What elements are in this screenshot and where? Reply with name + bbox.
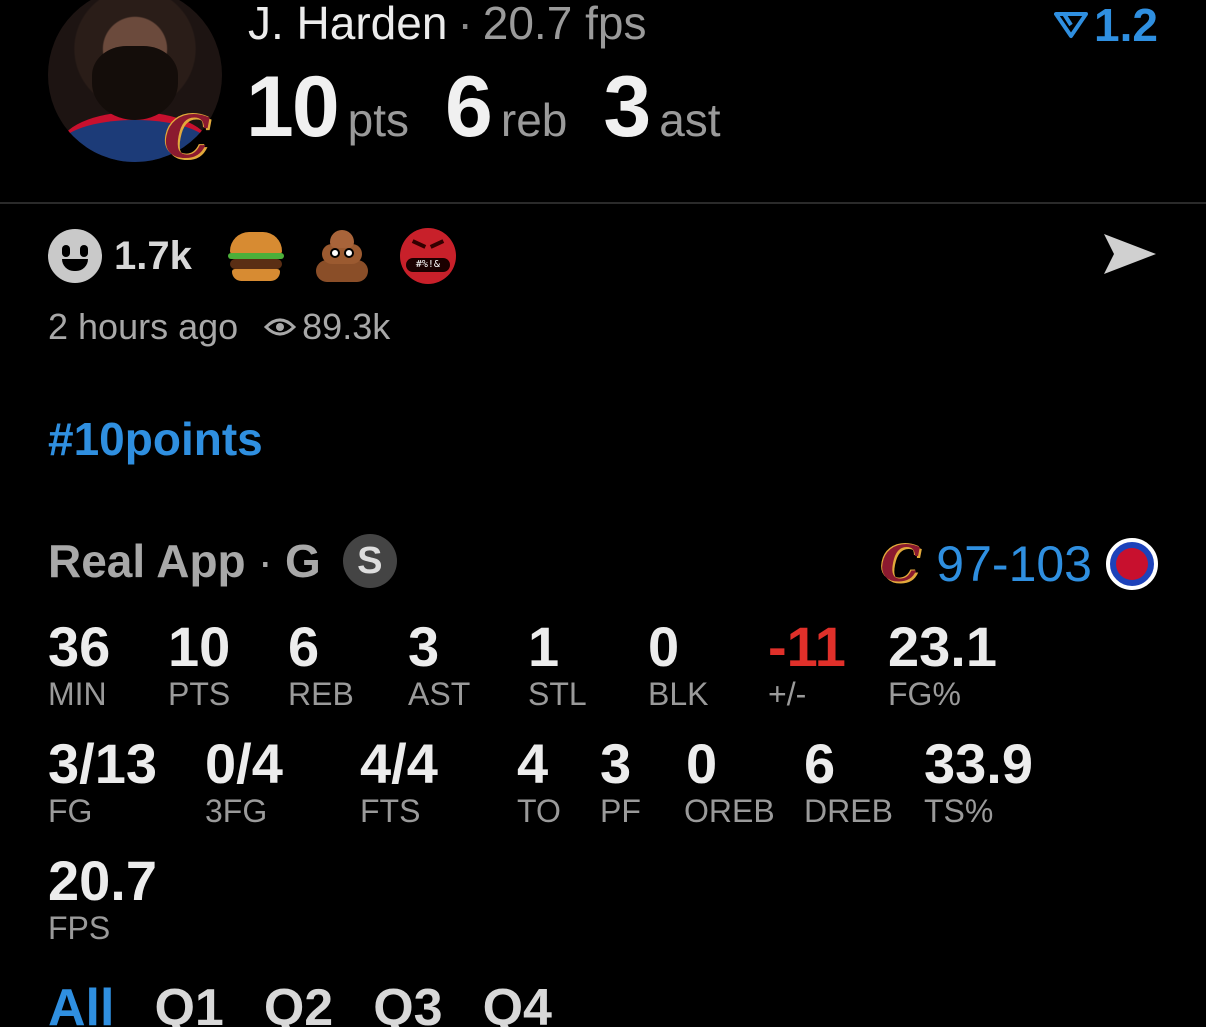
stat-ast: 3 AST [408,615,471,713]
pistons-logo-icon [1106,537,1158,590]
stat-reb: 6 REB [288,615,354,713]
stat-value: 23.1 [888,615,997,678]
cavaliers-logo-icon: C [880,534,921,593]
rating-down-icon [1054,12,1089,38]
stat-blk: 0 BLK [648,615,709,713]
rating-value: 1.2 [1094,0,1158,51]
stat-label: BLK [648,676,709,712]
quarter-tabs: All Q1 Q2 Q3 Q4 [48,978,592,1027]
stat-label: TS% [924,793,994,829]
stat-label: AST [408,676,471,712]
stat-fps: 20.7 FPS [48,849,157,947]
stat-stl: 1 STL [528,615,587,713]
stat-value: 3 [408,615,440,678]
stat-plus-minus: -11 +/- [768,615,846,713]
stat-label: FTS [360,793,421,829]
stat-label: TO [517,793,561,829]
stat-value: 4 [517,732,549,795]
source-line: Real App · G S [48,534,397,588]
stat-label: 3FG [205,793,268,829]
tab-q1[interactable]: Q1 [154,978,223,1027]
stat-value: 1 [528,615,560,678]
stat-value: 6 [288,615,320,678]
stat-label: PTS [168,676,231,712]
stat-to: 4 TO [517,732,561,830]
view-count: 89.3k [302,306,391,347]
game-info: Real App · G S C 97-103 [48,534,1158,593]
statline-ast-value: 3 [603,59,651,155]
team-logo-icon: C [164,103,211,171]
stat-value: -11 [768,615,846,678]
player-line: J. Harden · 20.7 fps [248,0,646,50]
stat-ts-pct: 33.9 TS% [924,732,1033,830]
stat-label: REB [288,676,354,712]
source-name[interactable]: Real App [48,534,246,588]
stat-value: 20.7 [48,849,157,912]
stat-pts: 10 PTS [168,615,231,713]
share-send-icon[interactable] [1102,230,1158,278]
reactions-bar: 1.7k #%!& [48,228,486,284]
stat-fts: 4/4 FTS [360,732,438,830]
stat-value: 6 [804,732,836,795]
stat-value: 0/4 [205,732,283,795]
stat-min: 36 MIN [48,615,111,713]
divider [0,202,1206,204]
stat-value: 3/13 [48,732,157,795]
poo-emoji-icon[interactable] [314,228,370,284]
stat-pf: 3 PF [600,732,641,830]
tab-all[interactable]: All [48,978,114,1027]
tab-q4[interactable]: Q4 [483,978,552,1027]
separator: · [457,0,473,49]
burger-emoji-icon[interactable] [227,228,284,284]
stat-value: 10 [168,615,231,678]
views: 89.3k [264,306,390,348]
statline: 10 pts 6 reb 3 ast [246,58,757,157]
eye-icon [264,318,297,336]
reaction-count[interactable]: 1.7k [114,234,192,279]
stat-fg-pct: 23.1 FG% [888,615,997,713]
sport-label: G [284,535,321,587]
stat-label: OREB [684,793,775,829]
statline-ast-unit: ast [659,94,721,146]
player-fps: 20.7 fps [482,0,647,49]
player-name[interactable]: J. Harden [248,0,447,49]
rating-badge[interactable]: 1.2 [1054,0,1158,52]
hashtag-link[interactable]: #10points [48,412,263,466]
separator: · [257,535,273,587]
stat-value: 0 [648,615,680,678]
angry-cursing-emoji-icon[interactable]: #%!& [399,228,456,284]
post-card: C J. Harden · 20.7 fps 1.2 10 pts 6 reb 3 ast… [0,0,1206,1027]
stat-label: MIN [48,676,107,712]
time-ago: 2 hours ago [48,306,239,347]
statline-pts-value: 10 [246,59,340,155]
post-meta: 2 hours ago 89.3k [48,306,390,348]
stat-label: STL [528,676,587,712]
stat-label: FG% [888,676,961,712]
stat-fg: 3/13 FG [48,732,157,830]
stat-value: 4/4 [360,732,438,795]
stat-value: 3 [600,732,632,795]
tab-q2[interactable]: Q2 [264,978,333,1027]
stat-oreb: 0 OREB [684,732,775,830]
score-text: 97-103 [936,535,1092,592]
stat-value: 33.9 [924,732,1033,795]
stat-value: 36 [48,615,111,678]
stat-label: +/- [768,676,807,712]
status-badge: S [342,534,397,588]
statline-pts-unit: pts [347,94,410,146]
statline-reb-value: 6 [445,59,493,155]
statline-reb-unit: reb [500,94,568,146]
game-score[interactable]: C 97-103 [880,534,1158,593]
curse-symbols: #%!& [405,258,450,272]
stat-label: PF [600,793,641,829]
smiley-icon[interactable] [48,229,102,283]
stat-label: FPS [48,910,111,946]
stat-dreb: 6 DREB [804,732,893,830]
tab-q3[interactable]: Q3 [373,978,442,1027]
stat-value: 0 [686,732,718,795]
stat-label: DREB [804,793,893,829]
stat-3fg: 0/4 3FG [205,732,283,830]
stat-label: FG [48,793,93,829]
